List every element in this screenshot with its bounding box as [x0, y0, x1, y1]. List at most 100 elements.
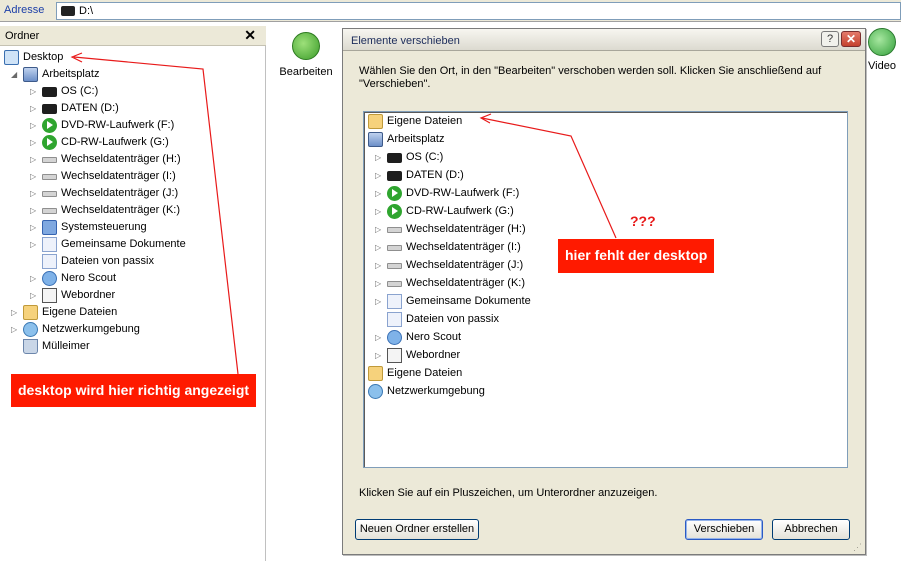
- expand-toggle-icon[interactable]: ▷: [375, 257, 384, 274]
- expand-toggle-icon[interactable]: ▷: [30, 202, 39, 219]
- expand-toggle-icon[interactable]: ▷: [375, 239, 384, 256]
- removable-drive-icon: [42, 157, 57, 163]
- tree-item[interactable]: ▷ Wechseldatenträger (K:): [30, 202, 260, 219]
- tree-item[interactable]: ▷ Wechseldatenträger (J:): [30, 185, 260, 202]
- tree-item-label: Wechseldatenträger (I:): [406, 241, 521, 253]
- expand-toggle-icon[interactable]: ▷: [11, 304, 20, 321]
- tree-item[interactable]: ▷ CD-RW-Laufwerk (G:): [30, 134, 260, 151]
- expand-toggle-icon[interactable]: ▷: [30, 134, 39, 151]
- dialog-instruction: Wählen Sie den Ort, in den "Bearbeiten" …: [359, 65, 822, 90]
- network-icon: [368, 384, 383, 399]
- tree-item[interactable]: ▷ DVD-RW-Laufwerk (F:): [30, 117, 260, 134]
- help-button[interactable]: ?: [821, 31, 839, 47]
- tree-item[interactable]: Mülleimer: [11, 338, 241, 355]
- resize-grip-icon[interactable]: ⋰: [853, 542, 863, 552]
- tree-item[interactable]: ▷ Wechseldatenträger (K:): [375, 275, 605, 292]
- expand-toggle-icon[interactable]: ▷: [375, 221, 384, 238]
- dialog-title: Elemente verschieben: [351, 35, 460, 47]
- expand-toggle-icon[interactable]: ▷: [375, 149, 384, 166]
- expand-toggle-icon[interactable]: ▷: [30, 219, 39, 236]
- tree-item-label: Wechseldatenträger (K:): [61, 204, 181, 216]
- expand-toggle-icon[interactable]: ▷: [375, 167, 384, 184]
- tree-item-label: Webordner: [406, 349, 461, 361]
- tree-item[interactable]: ▷ Wechseldatenträger (I:): [30, 168, 260, 185]
- tree-item[interactable]: ▷ DATEN (D:): [375, 167, 605, 184]
- tree-item-label: CD-RW-Laufwerk (G:): [406, 205, 514, 217]
- expand-toggle-icon[interactable]: ◢: [11, 66, 20, 83]
- tree-item[interactable]: ▷ OS (C:): [30, 83, 260, 100]
- annotation-question: ???: [630, 213, 656, 229]
- desktop-icon: [4, 50, 19, 65]
- tree-item[interactable]: Arbeitsplatz: [356, 131, 586, 148]
- tree-item[interactable]: Eigene Dateien: [356, 365, 586, 382]
- network-icon: [23, 322, 38, 337]
- tree-item[interactable]: ▷ Webordner: [375, 347, 605, 364]
- cd-drive-icon: [387, 204, 402, 219]
- web-folder-icon: [42, 288, 57, 303]
- new-folder-button[interactable]: Neuen Ordner erstellen: [355, 519, 479, 540]
- removable-drive-icon: [387, 263, 402, 269]
- tree-item[interactable]: ▷ Nero Scout: [375, 329, 605, 346]
- tree-item-label: Wechseldatenträger (I:): [61, 170, 176, 182]
- dialog-close-button[interactable]: ✕: [841, 31, 861, 47]
- move-button[interactable]: Verschieben: [685, 519, 763, 540]
- expand-toggle-icon[interactable]: ▷: [375, 329, 384, 346]
- expand-toggle-icon[interactable]: ▷: [375, 185, 384, 202]
- address-label: Adresse: [4, 4, 45, 16]
- expand-toggle-icon[interactable]: ▷: [30, 151, 39, 168]
- tree-item[interactable]: ▷ DVD-RW-Laufwerk (F:): [375, 185, 605, 202]
- tree-item-label: DVD-RW-Laufwerk (F:): [406, 187, 520, 199]
- tree-item-label: Dateien von passix: [406, 313, 499, 325]
- expand-toggle-icon[interactable]: ▷: [30, 117, 39, 134]
- expand-toggle-icon[interactable]: ▷: [375, 275, 384, 292]
- tree-item[interactable]: Eigene Dateien: [356, 113, 586, 130]
- tree-item-label: Arbeitsplatz: [387, 133, 445, 145]
- video-folder-icon: [868, 28, 896, 56]
- tree-item[interactable]: ▷ OS (C:): [375, 149, 605, 166]
- tree-item[interactable]: ▷ Nero Scout: [30, 270, 260, 287]
- tree-item[interactable]: ▷ CD-RW-Laufwerk (G:): [375, 203, 605, 220]
- tree-item-label: DATEN (D:): [406, 169, 464, 181]
- address-input[interactable]: D:\: [56, 2, 901, 20]
- destination-folder-tree[interactable]: Eigene Dateien Arbeitsplatz ▷ OS (C:) ▷ DATEN…: [363, 111, 848, 468]
- tree-item[interactable]: ▷ Webordner: [30, 287, 260, 304]
- close-icon[interactable]: ✕: [244, 27, 256, 44]
- tree-item-label: Wechseldatenträger (J:): [406, 259, 524, 271]
- expand-toggle-icon[interactable]: ▷: [30, 185, 39, 202]
- expand-toggle-icon[interactable]: ▷: [30, 287, 39, 304]
- tree-item-label: Wechseldatenträger (H:): [61, 153, 181, 165]
- expand-toggle-icon[interactable]: ▷: [30, 236, 39, 253]
- tree-item[interactable]: ▷ Systemsteuerung: [30, 219, 260, 236]
- drive-icon: [387, 171, 402, 181]
- video-folder-item[interactable]: Video: [864, 28, 900, 72]
- tree-item[interactable]: ▷ DATEN (D:): [30, 100, 260, 117]
- expand-toggle-icon[interactable]: ▷: [30, 168, 39, 185]
- edit-folder-item[interactable]: Bearbeiten: [278, 32, 334, 78]
- tree-item[interactable]: ◢ Arbeitsplatz: [11, 66, 241, 83]
- expand-toggle-icon[interactable]: ▷: [375, 203, 384, 220]
- drive-icon: [387, 153, 402, 163]
- tree-item[interactable]: Desktop: [0, 49, 222, 66]
- expand-toggle-icon[interactable]: ▷: [375, 293, 384, 310]
- tree-item[interactable]: ▷ Gemeinsame Dokumente: [30, 236, 260, 253]
- my-documents-icon: [368, 366, 383, 381]
- tree-item[interactable]: ▷ Wechseldatenträger (H:): [30, 151, 260, 168]
- removable-drive-icon: [42, 191, 57, 197]
- expand-toggle-icon[interactable]: ▷: [30, 83, 39, 100]
- expand-toggle-icon[interactable]: ▷: [30, 100, 39, 117]
- drive-icon: [42, 104, 57, 114]
- tree-item[interactable]: Dateien von passix: [30, 253, 260, 270]
- tree-item[interactable]: ▷ Gemeinsame Dokumente: [375, 293, 605, 310]
- edit-folder-label: Bearbeiten: [279, 66, 333, 78]
- tree-item[interactable]: Dateien von passix: [375, 311, 605, 328]
- tree-item-label: Wechseldatenträger (K:): [406, 277, 526, 289]
- cancel-button[interactable]: Abbrechen: [772, 519, 850, 540]
- expand-toggle-icon[interactable]: ▷: [11, 321, 20, 338]
- expand-toggle-icon[interactable]: ▷: [375, 347, 384, 364]
- tree-item[interactable]: ▷ Wechseldatenträger (H:): [375, 221, 605, 238]
- tree-item[interactable]: ▷ Netzwerkumgebung: [11, 321, 241, 338]
- tree-item-label: Wechseldatenträger (J:): [61, 187, 179, 199]
- expand-toggle-icon[interactable]: ▷: [30, 270, 39, 287]
- tree-item[interactable]: Netzwerkumgebung: [356, 383, 586, 400]
- tree-item[interactable]: ▷ Eigene Dateien: [11, 304, 241, 321]
